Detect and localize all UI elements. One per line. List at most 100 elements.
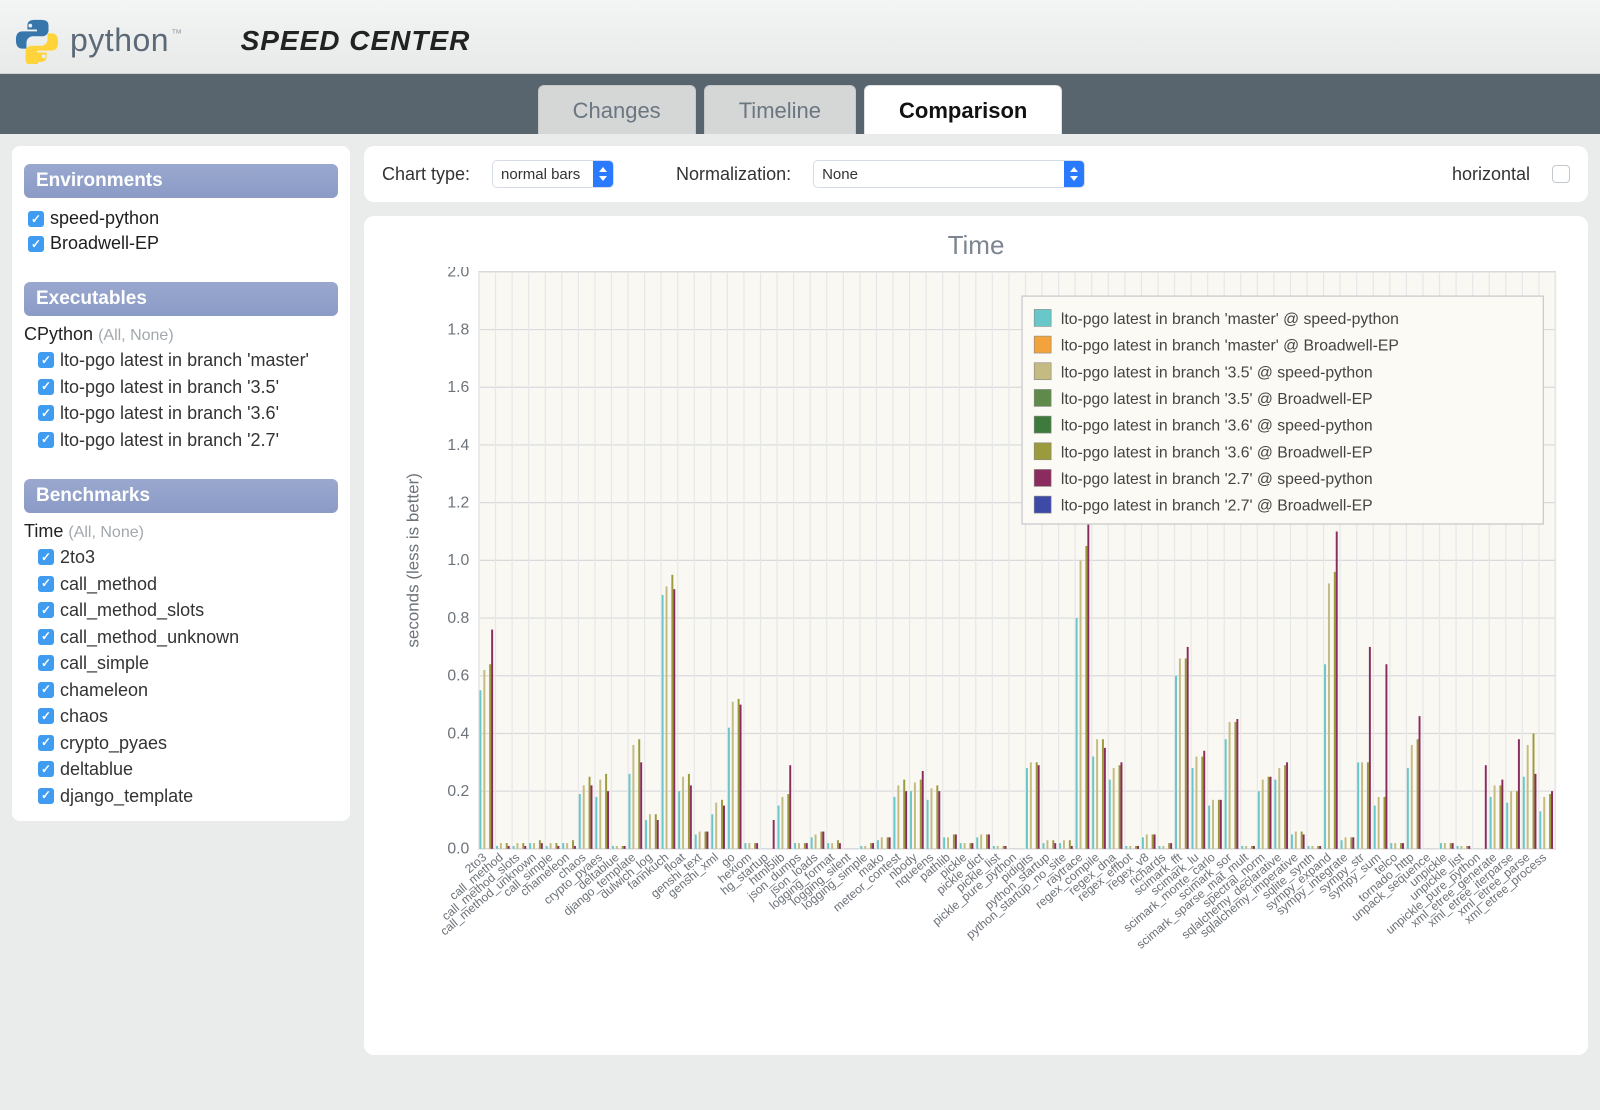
checkbox-icon[interactable] — [38, 549, 54, 565]
list-item[interactable]: crypto_pyaes — [24, 730, 338, 757]
svg-text:lto-pgo latest in branch '3.5': lto-pgo latest in branch '3.5' @ speed-p… — [1061, 364, 1373, 381]
nav-tabs: Changes Timeline Comparison — [0, 74, 1600, 134]
chart-plot: 0.00.20.40.60.81.01.21.41.61.82.02to3cal… — [382, 267, 1570, 1047]
list-item[interactable]: call_method_slots — [24, 597, 338, 624]
checkbox-icon[interactable] — [38, 655, 54, 671]
list-item-label: deltablue — [60, 758, 133, 781]
list-item[interactable]: django_template — [24, 783, 338, 810]
chevron-updown-icon — [593, 161, 613, 187]
list-item-label: lto-pgo latest in branch '2.7' — [60, 429, 279, 452]
svg-text:lto-pgo latest in branch '3.6': lto-pgo latest in branch '3.6' @ Broadwe… — [1061, 444, 1373, 461]
horizontal-label: horizontal — [1452, 164, 1530, 185]
chart-title: Time — [382, 230, 1570, 261]
svg-text:1.4: 1.4 — [447, 437, 469, 454]
chart-card: Time 0.00.20.40.60.81.01.21.41.61.82.02t… — [364, 216, 1588, 1055]
chart-type-select[interactable]: normal bars — [492, 160, 614, 188]
list-item-label: chaos — [60, 705, 108, 728]
svg-text:0.6: 0.6 — [447, 668, 469, 685]
content-area: Chart type: normal bars Normalization: N… — [364, 146, 1588, 1055]
list-item-label: 2to3 — [60, 546, 95, 569]
list-item-label: lto-pgo latest in branch '3.6' — [60, 402, 279, 425]
tab-comparison[interactable]: Comparison — [864, 85, 1062, 134]
logo-text: python™ — [70, 22, 181, 59]
top-bar: python™ SPEED CENTER — [0, 0, 1600, 74]
list-item-label: call_method_slots — [60, 599, 204, 622]
main-content: Environments speed-python Broadwell-EP Ex… — [0, 134, 1600, 1067]
checkbox-icon[interactable] — [38, 352, 54, 368]
checkbox-icon[interactable] — [38, 432, 54, 448]
chevron-updown-icon — [1064, 161, 1084, 187]
list-item[interactable]: deltablue — [24, 756, 338, 783]
chart-type-label: Chart type: — [382, 164, 470, 185]
executables-group-label: CPython (All, None) — [24, 324, 338, 345]
site-title: SPEED CENTER — [241, 25, 471, 57]
svg-text:1.0: 1.0 — [447, 552, 469, 569]
svg-text:0.4: 0.4 — [447, 725, 469, 742]
svg-text:0.0: 0.0 — [447, 841, 469, 858]
list-item[interactable]: lto-pgo latest in branch '3.5' — [24, 374, 338, 401]
checkbox-icon[interactable] — [38, 708, 54, 724]
list-item[interactable]: Broadwell-EP — [24, 231, 338, 256]
svg-text:lto-pgo latest in branch '2.7': lto-pgo latest in branch '2.7' @ speed-p… — [1061, 471, 1373, 488]
tab-timeline[interactable]: Timeline — [704, 85, 856, 134]
checkbox-icon[interactable] — [28, 211, 44, 227]
list-item-label: Broadwell-EP — [50, 233, 159, 254]
checkbox-icon[interactable] — [28, 236, 44, 252]
svg-text:1.8: 1.8 — [447, 321, 469, 338]
list-item-label: call_simple — [60, 652, 149, 675]
svg-text:lto-pgo latest in branch '2.7': lto-pgo latest in branch '2.7' @ Broadwe… — [1061, 498, 1373, 515]
svg-text:lto-pgo latest in branch '3.6': lto-pgo latest in branch '3.6' @ speed-p… — [1061, 418, 1373, 435]
list-item[interactable]: lto-pgo latest in branch '2.7' — [24, 427, 338, 454]
svg-text:0.8: 0.8 — [447, 610, 469, 627]
bench-all-link[interactable]: All — [74, 524, 92, 541]
tab-changes[interactable]: Changes — [538, 85, 696, 134]
section-benchmarks: Benchmarks — [24, 479, 338, 513]
checkbox-icon[interactable] — [38, 379, 54, 395]
python-snakes-icon — [14, 18, 60, 64]
list-item-label: django_template — [60, 785, 193, 808]
list-item[interactable]: call_method — [24, 571, 338, 598]
checkbox-icon[interactable] — [38, 629, 54, 645]
list-item[interactable]: lto-pgo latest in branch '3.6' — [24, 400, 338, 427]
python-logo[interactable]: python™ — [14, 18, 181, 64]
list-item[interactable]: speed-python — [24, 206, 338, 231]
section-executables: Executables — [24, 282, 338, 316]
exec-all-link[interactable]: All — [103, 327, 121, 344]
list-item-label: chameleon — [60, 679, 148, 702]
svg-text:0.2: 0.2 — [447, 783, 469, 800]
svg-text:1.6: 1.6 — [447, 379, 469, 396]
svg-text:seconds (less is better): seconds (less is better) — [403, 473, 422, 647]
checkbox-icon[interactable] — [38, 788, 54, 804]
svg-text:lto-pgo latest in branch '3.5': lto-pgo latest in branch '3.5' @ Broadwe… — [1061, 391, 1373, 408]
list-item[interactable]: chameleon — [24, 677, 338, 704]
list-item[interactable]: chaos — [24, 703, 338, 730]
list-item-label: lto-pgo latest in branch '3.5' — [60, 376, 279, 399]
checkbox-icon[interactable] — [38, 405, 54, 421]
list-item-label: call_method_unknown — [60, 626, 239, 649]
list-item[interactable]: call_simple — [24, 650, 338, 677]
list-item[interactable]: lto-pgo latest in branch 'master' — [24, 347, 338, 374]
list-item-label: speed-python — [50, 208, 159, 229]
chart-controls: Chart type: normal bars Normalization: N… — [364, 146, 1588, 202]
checkbox-icon[interactable] — [38, 576, 54, 592]
benchmarks-group-label: Time (All, None) — [24, 521, 338, 542]
bench-none-link[interactable]: None — [100, 524, 138, 541]
checkbox-icon[interactable] — [38, 735, 54, 751]
normalization-select[interactable]: None — [813, 160, 1085, 188]
svg-text:2.0: 2.0 — [447, 267, 469, 281]
list-item-label: call_method — [60, 573, 157, 596]
list-item[interactable]: call_method_unknown — [24, 624, 338, 651]
sidebar: Environments speed-python Broadwell-EP Ex… — [12, 146, 350, 821]
checkbox-icon[interactable] — [38, 682, 54, 698]
exec-none-link[interactable]: None — [130, 327, 168, 344]
normalization-label: Normalization: — [676, 164, 791, 185]
svg-text:lto-pgo latest in branch 'mast: lto-pgo latest in branch 'master' @ spee… — [1061, 311, 1399, 328]
horizontal-checkbox[interactable] — [1552, 165, 1570, 183]
checkbox-icon[interactable] — [38, 761, 54, 777]
list-item-label: crypto_pyaes — [60, 732, 167, 755]
svg-text:1.2: 1.2 — [447, 495, 469, 512]
list-item[interactable]: 2to3 — [24, 544, 338, 571]
checkbox-icon[interactable] — [38, 602, 54, 618]
svg-text:lto-pgo latest in branch 'mast: lto-pgo latest in branch 'master' @ Broa… — [1061, 338, 1399, 355]
section-environments: Environments — [24, 164, 338, 198]
